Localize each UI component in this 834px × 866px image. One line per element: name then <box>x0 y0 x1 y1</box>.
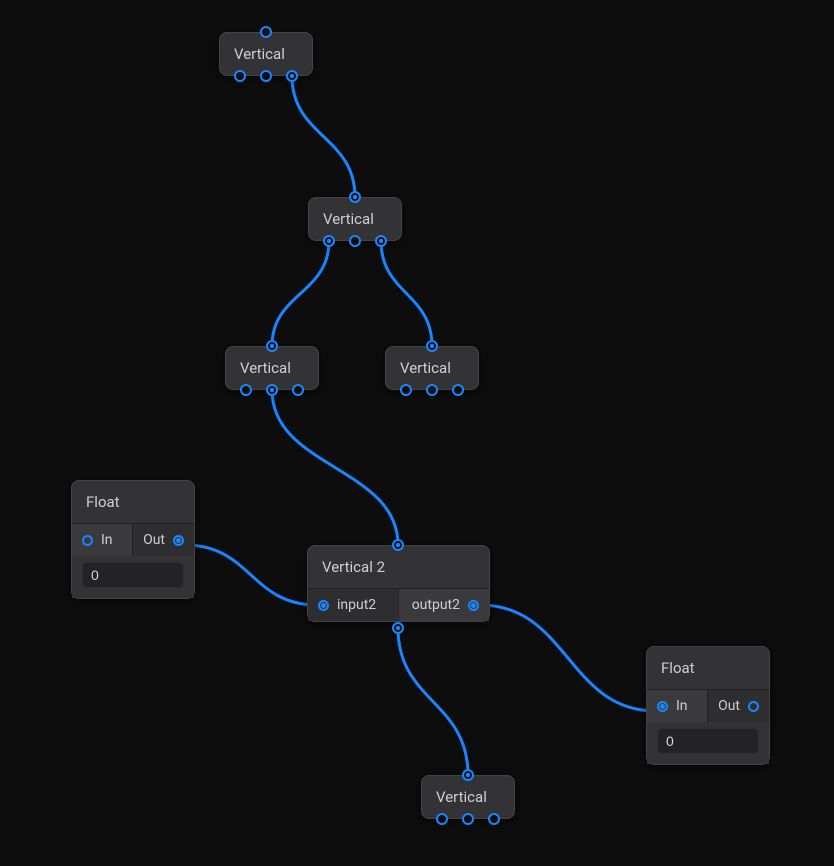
port-v2-bottom[interactable] <box>392 622 404 634</box>
port-a-top-0[interactable] <box>260 26 272 38</box>
node-title: Float <box>647 647 769 689</box>
edge <box>272 241 329 346</box>
port-icon <box>318 600 329 611</box>
port-c-bottom-2[interactable] <box>292 384 304 396</box>
port-e-bottom-2[interactable] <box>488 813 500 825</box>
port-d-top-0[interactable] <box>426 340 438 352</box>
node-vertical-2[interactable]: Vertical 2 input2 output2 <box>307 545 490 622</box>
port-c-top-0[interactable] <box>266 340 278 352</box>
port-icon <box>82 535 93 546</box>
edge <box>272 390 398 545</box>
port-label: In <box>101 532 113 548</box>
port-e-bottom-0[interactable] <box>436 813 448 825</box>
node-title: Vertical <box>386 347 478 389</box>
port-icon <box>657 701 668 712</box>
float-out-cell[interactable]: Out <box>132 524 194 556</box>
float-value-input[interactable] <box>657 728 759 754</box>
node-title: Vertical 2 <box>308 546 489 588</box>
float-value-input[interactable] <box>82 562 184 588</box>
port-icon <box>468 600 479 611</box>
v2-input-cell[interactable]: input2 <box>308 589 398 621</box>
v2-output-cell[interactable]: output2 <box>398 589 489 621</box>
edge <box>480 605 656 711</box>
port-label: In <box>676 698 688 714</box>
port-e-bottom-1[interactable] <box>462 813 474 825</box>
node-title: Float <box>72 481 194 523</box>
port-label: Out <box>718 698 740 714</box>
port-e-top-0[interactable] <box>462 769 474 781</box>
port-d-bottom-0[interactable] <box>400 384 412 396</box>
float-in-cell[interactable]: In <box>72 524 132 556</box>
port-label: Out <box>143 532 165 548</box>
edge <box>398 628 468 775</box>
edge <box>185 545 317 605</box>
port-d-bottom-1[interactable] <box>426 384 438 396</box>
port-label: output2 <box>412 597 460 613</box>
port-a-bottom-0[interactable] <box>234 70 246 82</box>
float-in-cell[interactable]: In <box>647 690 707 722</box>
node-graph-canvas[interactable]: Vertical Vertical Vertical Vertical Vert… <box>0 0 834 866</box>
node-title: Vertical <box>422 776 514 818</box>
float-out-cell[interactable]: Out <box>707 690 769 722</box>
port-a-bottom-1[interactable] <box>260 70 272 82</box>
port-icon <box>748 701 759 712</box>
port-b-bottom-0[interactable] <box>323 235 335 247</box>
port-v2-top[interactable] <box>392 539 404 551</box>
port-c-bottom-0[interactable] <box>240 384 252 396</box>
node-title: Vertical <box>309 198 401 240</box>
port-d-bottom-2[interactable] <box>452 384 464 396</box>
node-float-left[interactable]: Float In Out <box>71 480 195 599</box>
port-c-bottom-1[interactable] <box>266 384 278 396</box>
node-float-right[interactable]: Float In Out <box>646 646 770 765</box>
port-a-bottom-2[interactable] <box>286 70 298 82</box>
node-title: Vertical <box>226 347 318 389</box>
edge <box>381 241 432 346</box>
node-title: Vertical <box>220 33 312 75</box>
port-b-bottom-2[interactable] <box>375 235 387 247</box>
port-b-top-0[interactable] <box>349 191 361 203</box>
port-icon <box>173 535 184 546</box>
port-label: input2 <box>337 597 376 613</box>
port-b-bottom-1[interactable] <box>349 235 361 247</box>
edge <box>292 76 355 197</box>
